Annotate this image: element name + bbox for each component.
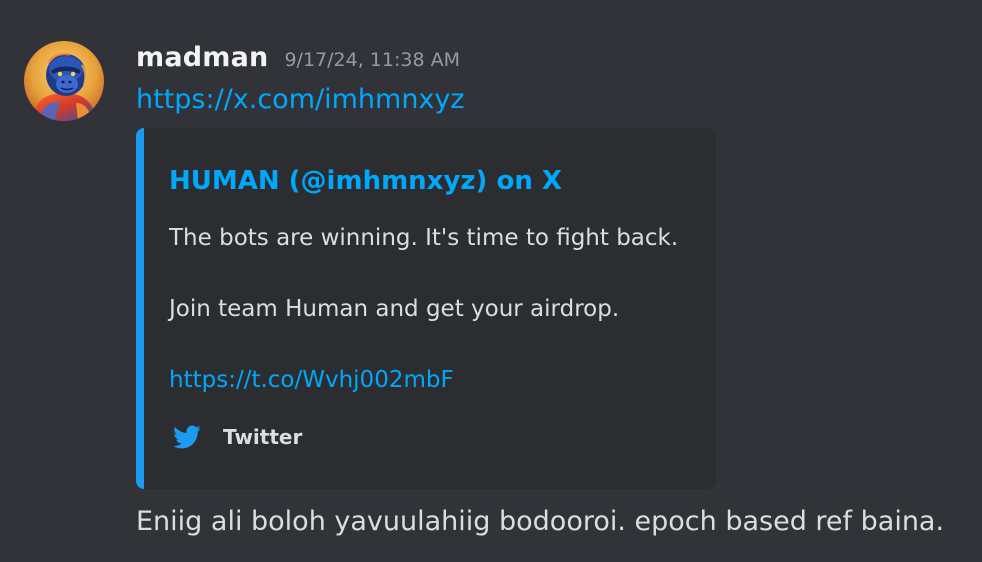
embed-footer-text: Twitter bbox=[223, 425, 303, 449]
avatar[interactable] bbox=[24, 41, 104, 121]
message-link[interactable]: https://x.com/imhmnxyz bbox=[136, 84, 465, 115]
chat-message: madman 9/17/24, 11:38 AM https://x.com/i… bbox=[0, 0, 982, 562]
message-content: Eniig ali boloh yavuulahiig bodooroi. ep… bbox=[136, 506, 945, 537]
embed-accent-bar bbox=[136, 128, 144, 489]
embed-title[interactable]: HUMAN (@imhmnxyz) on X bbox=[169, 166, 562, 196]
embed-short-link[interactable]: https://t.co/Wvhj002mbF bbox=[169, 367, 454, 393]
message-header: madman 9/17/24, 11:38 AM bbox=[136, 42, 460, 78]
twitter-bird-icon bbox=[173, 425, 201, 449]
link-embed: HUMAN (@imhmnxyz) on X The bots are winn… bbox=[136, 128, 716, 489]
message-timestamp: 9/17/24, 11:38 AM bbox=[284, 49, 460, 71]
author-username[interactable]: madman bbox=[136, 42, 268, 73]
gorilla-avatar-image bbox=[24, 41, 104, 121]
embed-description-line: Join team Human and get your airdrop. bbox=[169, 296, 620, 322]
embed-footer: Twitter bbox=[173, 422, 302, 452]
embed-description-line: The bots are winning. It's time to fight… bbox=[169, 225, 679, 251]
